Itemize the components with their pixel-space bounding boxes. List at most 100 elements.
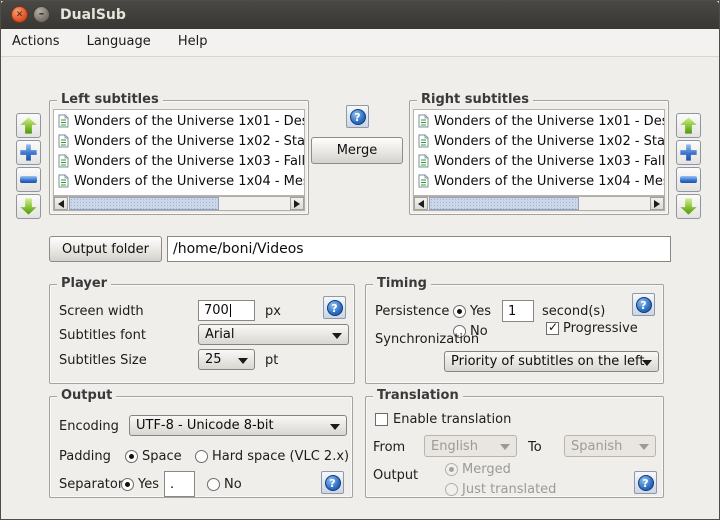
enable-translation-label: Enable translation: [393, 412, 512, 427]
chevron-down-icon: [639, 444, 649, 450]
list-item-label: Wonders of the Universe 1x04 - Messeng: [74, 173, 304, 189]
list-item-label: Wonders of the Universe 1x01 - Destiny (: [434, 113, 664, 129]
help-icon: ?: [349, 108, 366, 125]
subtitles-font-select[interactable]: Arial: [198, 324, 349, 345]
scrollbar-thumb[interactable]: [429, 197, 579, 210]
scroll-left-icon: [58, 199, 64, 208]
left-move-up-button[interactable]: [16, 113, 41, 138]
subtitle-file-icon: [418, 154, 429, 168]
enable-translation-checkbox[interactable]: [375, 413, 388, 426]
list-item[interactable]: Wonders of the Universe 1x04 - Messeng: [54, 170, 304, 190]
progressive-label: Progressive: [563, 321, 638, 336]
padding-space-radio[interactable]: [125, 450, 138, 463]
subtitle-file-icon: [58, 154, 69, 168]
list-item[interactable]: Wonders of the Universe 1x03 - Falling (…: [54, 150, 304, 170]
subtitle-file-icon: [418, 134, 429, 148]
to-language-value: Spanish: [571, 438, 623, 454]
left-move-down-button[interactable]: [16, 194, 41, 219]
separator-input[interactable]: .: [164, 471, 195, 497]
menubar: Actions Language Help: [1, 29, 719, 57]
persistence-yes-radio[interactable]: [453, 305, 466, 318]
chevron-down-icon: [238, 357, 248, 364]
app-window: DualSub Actions Language Help Left subti…: [0, 0, 720, 520]
synchronization-value: Priority of subtitles on the left: [451, 354, 645, 369]
progressive-checkbox[interactable]: [546, 320, 559, 335]
horizontal-scrollbar[interactable]: [53, 196, 305, 211]
subtitles-size-value: 25: [205, 352, 222, 367]
timing-help-button[interactable]: ?: [632, 293, 655, 316]
separator-yes-label: Yes: [138, 477, 159, 492]
left-subtitles-list: Wonders of the Universe 1x01 - Destiny (…: [53, 109, 305, 196]
timing-title: Timing: [373, 276, 431, 291]
scroll-left-icon: [418, 199, 424, 208]
from-label: From: [373, 440, 406, 455]
just-translated-label: Just translated: [462, 482, 557, 497]
left-add-button[interactable]: [16, 140, 41, 165]
output-help-button[interactable]: ?: [321, 471, 344, 494]
list-item-label: Wonders of the Universe 1x03 - Falling (…: [434, 153, 665, 169]
subtitle-file-icon: [418, 174, 429, 188]
list-item-label: Wonders of the Universe 1x01 - Destiny (: [74, 113, 304, 129]
menu-language[interactable]: Language: [76, 29, 162, 54]
subtitles-size-select[interactable]: 25: [198, 349, 255, 370]
seconds-unit-label: second(s): [542, 304, 606, 319]
separator-no-label: No: [224, 477, 242, 492]
right-remove-button[interactable]: [676, 167, 701, 192]
list-item[interactable]: Wonders of the Universe 1x02 - Stardust: [54, 130, 304, 150]
px-unit-label: px: [265, 304, 281, 319]
player-help-button[interactable]: ?: [323, 296, 346, 319]
merge-help-button[interactable]: ?: [346, 105, 369, 128]
scroll-left-button[interactable]: [414, 197, 428, 210]
minus-icon: [680, 176, 697, 183]
padding-hard-space-radio[interactable]: [195, 450, 208, 463]
list-item[interactable]: Wonders of the Universe 1x01 - Destiny (: [54, 110, 304, 130]
minimize-button[interactable]: [33, 6, 50, 23]
chevron-down-icon: [330, 423, 340, 430]
from-language-value: English: [431, 438, 478, 454]
padding-space-label: Space: [142, 449, 182, 464]
right-move-up-button[interactable]: [676, 113, 701, 138]
synchronization-select[interactable]: Priority of subtitles on the left: [444, 351, 659, 372]
translation-help-button[interactable]: ?: [634, 471, 657, 494]
list-item[interactable]: Wonders of the Universe 1x01 - Destiny (: [414, 110, 664, 130]
left-remove-button[interactable]: [16, 167, 41, 192]
separator-yes-radio[interactable]: [121, 478, 134, 491]
subtitles-font-value: Arial: [205, 327, 235, 342]
screen-width-input[interactable]: 700: [198, 300, 255, 321]
subtitle-file-icon: [58, 114, 69, 128]
scroll-right-button[interactable]: [650, 197, 664, 210]
separator-no-radio[interactable]: [207, 478, 220, 491]
arrow-down-icon: [20, 198, 37, 215]
pt-unit-label: pt: [265, 353, 279, 368]
padding-hard-space-label: Hard space (VLC 2.x): [212, 449, 350, 464]
output-folder-button[interactable]: Output folder: [49, 236, 162, 262]
menu-actions[interactable]: Actions: [1, 29, 71, 54]
right-move-down-button[interactable]: [676, 194, 701, 219]
merge-button[interactable]: Merge: [311, 137, 403, 164]
output-path-value: /home/boni/Videos: [173, 241, 304, 257]
left-subtitles-title: Left subtitles: [57, 92, 163, 107]
horizontal-scrollbar[interactable]: [413, 196, 665, 211]
list-item[interactable]: Wonders of the Universe 1x04 - Messeng: [414, 170, 664, 190]
subtitle-file-icon: [58, 134, 69, 148]
encoding-select[interactable]: UTF-8 - Unicode 8-bit: [129, 415, 347, 436]
right-subtitles-group: Right subtitles Wonders of the Universe …: [409, 92, 669, 215]
close-button[interactable]: [11, 6, 28, 23]
help-icon: ?: [635, 296, 652, 313]
scrollbar-thumb[interactable]: [69, 197, 219, 210]
right-add-button[interactable]: [676, 140, 701, 165]
list-item[interactable]: Wonders of the Universe 1x02 - Stardust: [414, 130, 664, 150]
output-path-field[interactable]: /home/boni/Videos: [167, 236, 671, 262]
text-caret: [229, 304, 231, 317]
list-item[interactable]: Wonders of the Universe 1x03 - Falling (…: [414, 150, 664, 170]
subtitles-font-label: Subtitles font: [59, 328, 146, 343]
help-icon: ?: [324, 474, 341, 491]
chevron-down-icon: [642, 359, 652, 366]
scroll-right-button[interactable]: [290, 197, 304, 210]
right-subtitles-title: Right subtitles: [417, 92, 533, 107]
persistence-seconds-value: 1: [508, 303, 517, 319]
titlebar[interactable]: DualSub: [1, 1, 719, 29]
persistence-seconds-input[interactable]: 1: [502, 300, 534, 322]
scroll-left-button[interactable]: [54, 197, 68, 210]
menu-help[interactable]: Help: [167, 29, 219, 54]
